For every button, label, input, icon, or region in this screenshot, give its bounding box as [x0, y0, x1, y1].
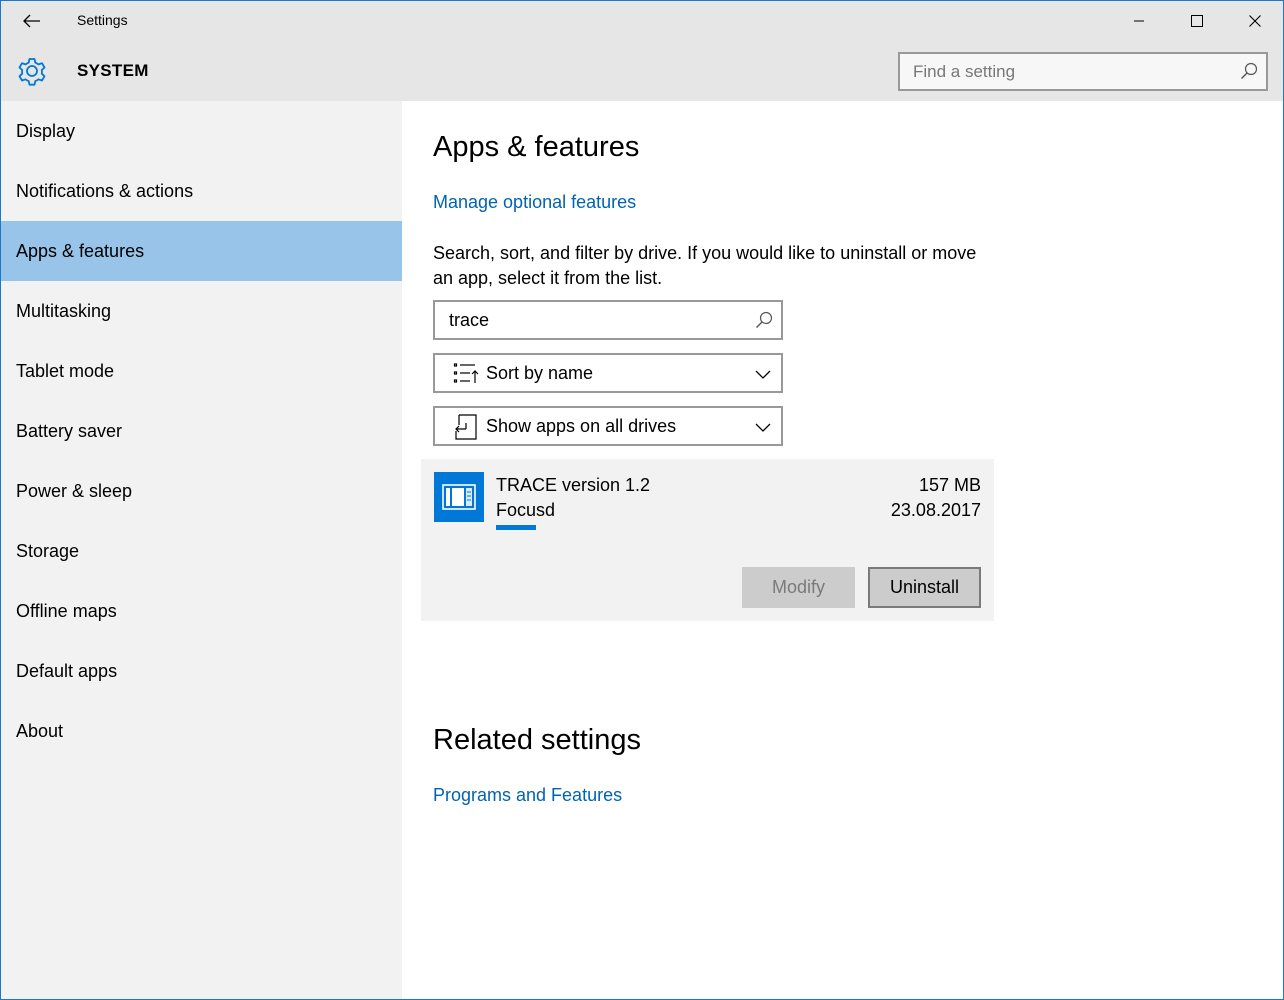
- app-list-item[interactable]: TRACE version 1.2 Focusd 157 MB 23.08.20…: [421, 459, 994, 621]
- sidebar-item-storage[interactable]: Storage: [1, 521, 402, 581]
- section-title: SYSTEM: [77, 61, 149, 80]
- settings-header: SYSTEM: [1, 41, 1283, 101]
- sidebar: Display Notifications & actions Apps & f…: [1, 101, 402, 999]
- sidebar-item-display[interactable]: Display: [1, 101, 402, 161]
- page-title: Apps & features: [433, 131, 640, 163]
- back-button[interactable]: [1, 1, 63, 41]
- app-search-box[interactable]: [433, 300, 783, 340]
- focus-indicator: [496, 525, 536, 530]
- app-size: 157 MB: [918, 475, 981, 495]
- chevron-down-icon: [755, 423, 771, 432]
- title-bar: Settings: [1, 1, 1283, 41]
- related-settings-heading: Related settings: [433, 724, 641, 756]
- gear-icon: [18, 58, 46, 86]
- main-content: Apps & features Manage optional features…: [402, 101, 1283, 999]
- sidebar-item-about[interactable]: About: [1, 701, 402, 761]
- window-title: Settings: [77, 12, 128, 28]
- app-search-input[interactable]: [435, 302, 759, 338]
- manage-optional-features-link[interactable]: Manage optional features: [433, 192, 636, 213]
- modify-button[interactable]: Modify: [742, 567, 855, 608]
- maximize-icon: [1191, 15, 1203, 27]
- sort-dropdown-label: Sort by name: [486, 363, 594, 383]
- back-arrow-icon: [23, 14, 40, 28]
- sidebar-item-apps-features[interactable]: Apps & features: [1, 221, 402, 281]
- sidebar-item-multitasking[interactable]: Multitasking: [1, 281, 402, 341]
- programs-and-features-link[interactable]: Programs and Features: [433, 785, 622, 806]
- sidebar-item-tablet-mode[interactable]: Tablet mode: [1, 341, 402, 401]
- minimize-button[interactable]: [1111, 1, 1167, 41]
- sidebar-item-offline-maps[interactable]: Offline maps: [1, 581, 402, 641]
- close-icon: [1249, 15, 1261, 27]
- app-window-icon: [434, 472, 484, 522]
- minimize-icon: [1134, 20, 1144, 22]
- app-install-date: 23.08.2017: [890, 500, 981, 520]
- app-publisher: Focusd: [496, 500, 556, 520]
- settings-window: Settings SYSTEM Find a setting Display N…: [0, 0, 1284, 1000]
- app-name: TRACE version 1.2: [496, 475, 651, 495]
- drive-filter-dropdown[interactable]: Show apps on all drives: [433, 406, 783, 446]
- drive-filter-label: Show apps on all drives: [486, 416, 677, 436]
- search-icon[interactable]: [1240, 62, 1258, 80]
- sidebar-item-default-apps[interactable]: Default apps: [1, 641, 402, 701]
- close-button[interactable]: [1227, 1, 1283, 41]
- search-icon[interactable]: [755, 311, 773, 329]
- uninstall-button[interactable]: Uninstall: [868, 567, 981, 608]
- chevron-down-icon: [755, 370, 771, 379]
- find-setting-box[interactable]: [898, 52, 1268, 91]
- description-text: Search, sort, and filter by drive. If yo…: [433, 243, 977, 288]
- maximize-button[interactable]: [1169, 1, 1225, 41]
- sort-dropdown[interactable]: Sort by name: [433, 353, 783, 393]
- find-setting-input[interactable]: [900, 54, 1243, 89]
- drive-filter-icon: [455, 414, 477, 440]
- sidebar-item-battery-saver[interactable]: Battery saver: [1, 401, 402, 461]
- sort-list-icon: [453, 363, 479, 383]
- sidebar-item-notifications[interactable]: Notifications & actions: [1, 161, 402, 221]
- sidebar-item-power-sleep[interactable]: Power & sleep: [1, 461, 402, 521]
